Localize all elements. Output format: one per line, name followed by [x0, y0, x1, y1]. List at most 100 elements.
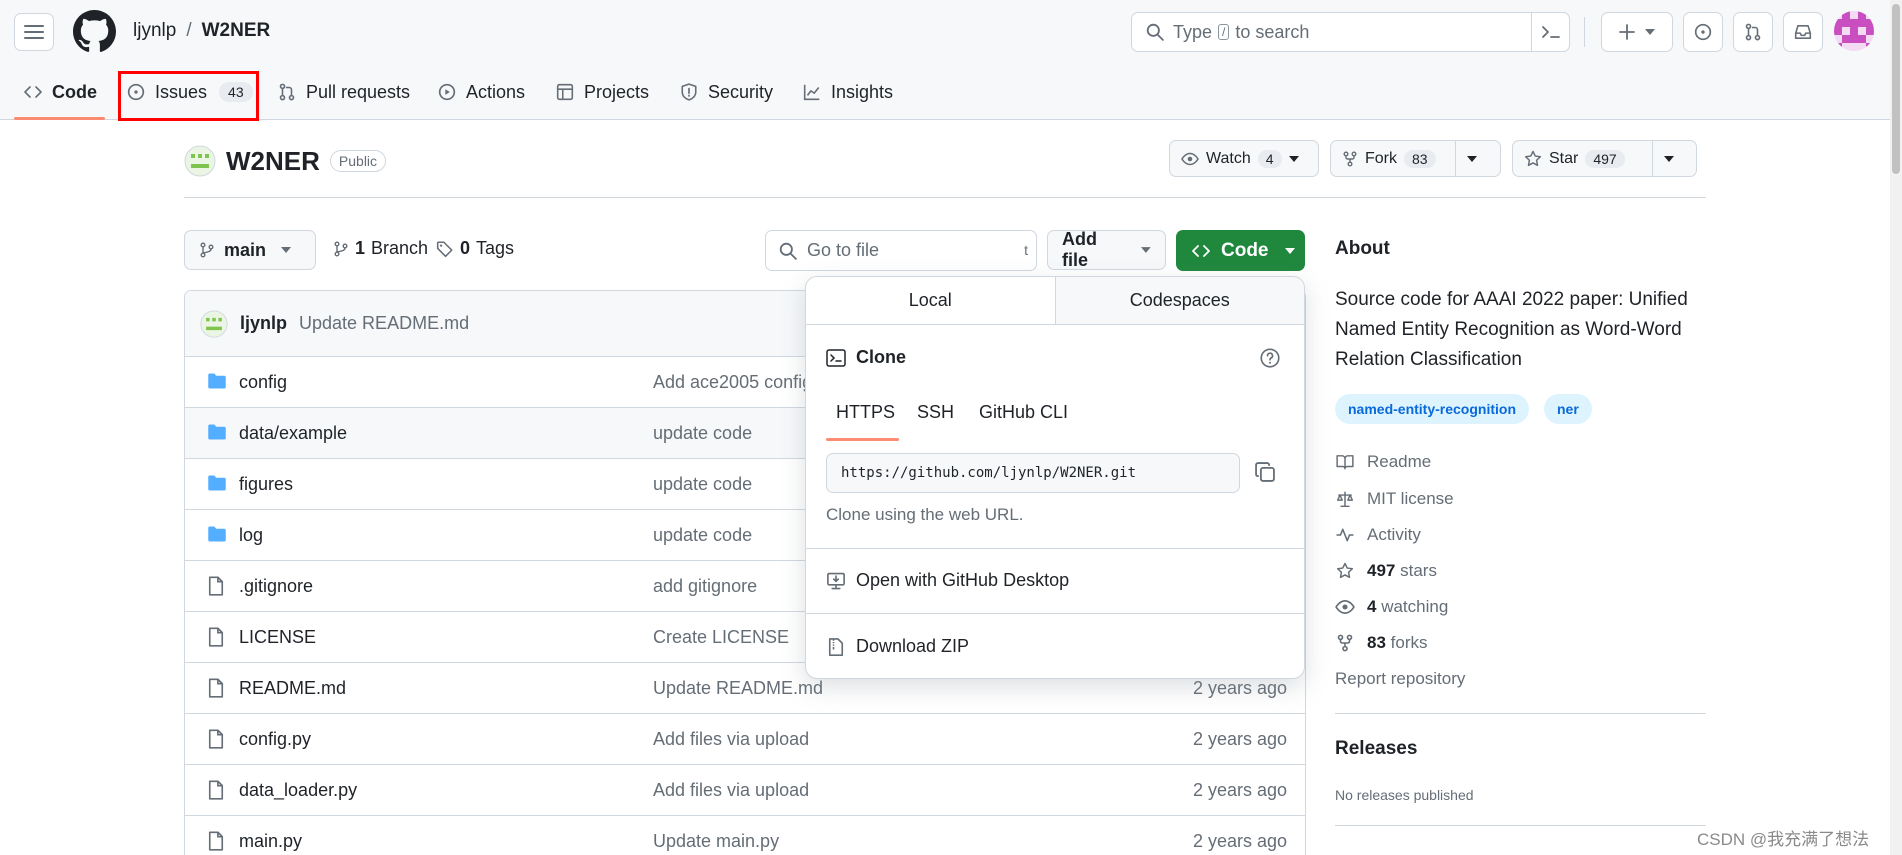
- github-logo-icon[interactable]: [73, 10, 116, 53]
- tab-security[interactable]: Security: [680, 74, 773, 110]
- dropdown-divider: [806, 613, 1304, 614]
- breadcrumb-owner[interactable]: ljynlp: [133, 20, 176, 42]
- file-commit-message[interactable]: update code: [653, 423, 752, 444]
- pull-requests-button[interactable]: [1733, 12, 1773, 52]
- branch-icon: [200, 242, 214, 258]
- clone-tabs: Local Codespaces: [806, 277, 1304, 325]
- scrollbar-thumb[interactable]: [1892, 4, 1900, 174]
- branch-selector[interactable]: main: [184, 230, 316, 270]
- question-icon[interactable]: [1260, 348, 1280, 368]
- fork-dropdown[interactable]: [1455, 141, 1488, 176]
- file-commit-message[interactable]: Add ace2005 config: [653, 372, 812, 393]
- watching-link[interactable]: 4 watching: [1335, 597, 1448, 617]
- watch-count: 4: [1257, 149, 1282, 168]
- file-name[interactable]: .gitignore: [239, 576, 313, 597]
- file-name[interactable]: config.py: [239, 729, 311, 750]
- command-palette-button[interactable]: [1531, 13, 1569, 51]
- report-repository-link[interactable]: Report repository: [1335, 669, 1465, 689]
- file-name[interactable]: data_loader.py: [239, 780, 357, 801]
- tab-pull-requests[interactable]: Pull requests: [278, 74, 410, 110]
- folder-icon: [208, 526, 226, 542]
- tab-pull-requests-label: Pull requests: [306, 81, 411, 102]
- file-commit-message[interactable]: Create LICENSE: [653, 627, 789, 648]
- tab-code[interactable]: Code: [24, 74, 97, 110]
- watermark: CSDN @我充满了想法: [1697, 830, 1870, 849]
- sidebar-divider: [1335, 713, 1706, 714]
- activity-link[interactable]: Activity: [1335, 525, 1421, 545]
- commit-author[interactable]: ljynlp: [240, 313, 287, 334]
- file-icon: [208, 576, 224, 596]
- breadcrumb-repo[interactable]: W2NER: [202, 20, 271, 42]
- tags-link[interactable]: 0 Tags: [436, 238, 514, 259]
- commit-message[interactable]: Update README.md: [299, 313, 469, 334]
- file-row[interactable]: data_loader.py Add files via upload 2 year…: [185, 765, 1305, 816]
- chevron-down-icon: [1664, 155, 1674, 162]
- fork-button[interactable]: Fork 83: [1330, 140, 1501, 177]
- repo-name[interactable]: W2NER: [226, 146, 320, 177]
- activity-label: Activity: [1367, 525, 1421, 544]
- file-name[interactable]: data/example: [239, 423, 347, 444]
- tab-local[interactable]: Local: [806, 277, 1056, 324]
- forks-link[interactable]: 83 forks: [1335, 633, 1428, 653]
- create-new-button[interactable]: [1601, 12, 1673, 52]
- user-avatar[interactable]: [1834, 11, 1874, 51]
- add-file-label: Add file: [1062, 229, 1097, 270]
- tab-actions[interactable]: Actions: [438, 74, 525, 110]
- repo-owner-avatar[interactable]: [184, 145, 216, 177]
- license-link[interactable]: MIT license: [1335, 489, 1454, 509]
- file-row[interactable]: main.py Update main.py 2 years ago: [185, 816, 1305, 855]
- add-file-button[interactable]: Add file: [1047, 229, 1166, 270]
- menu-button[interactable]: [14, 13, 54, 51]
- inbox-button[interactable]: [1783, 12, 1823, 52]
- tab-codespaces[interactable]: Codespaces: [1055, 277, 1304, 324]
- tab-projects[interactable]: Projects: [556, 74, 649, 110]
- file-name[interactable]: main.py: [239, 831, 302, 852]
- protocol-github-cli[interactable]: GitHub CLI: [979, 402, 1068, 423]
- desktop-download-icon: [827, 572, 845, 589]
- file-commit-message[interactable]: update code: [653, 525, 752, 546]
- clone-url-input[interactable]: https://github.com/ljynlp/W2NER.git: [826, 453, 1240, 493]
- file-commit-message[interactable]: Update README.md: [653, 678, 823, 699]
- branches-link[interactable]: 1 Branch: [333, 238, 428, 259]
- watch-button[interactable]: Watch 4: [1169, 140, 1319, 177]
- star-button[interactable]: Star 497: [1512, 140, 1697, 177]
- search-input[interactable]: Type / to search: [1131, 12, 1570, 52]
- issues-button[interactable]: [1683, 12, 1723, 52]
- code-button[interactable]: Code: [1176, 230, 1305, 271]
- watch-main[interactable]: Watch 4: [1170, 141, 1310, 176]
- file-commit-message[interactable]: update code: [653, 474, 752, 495]
- readme-label: Readme: [1367, 452, 1432, 471]
- tab-insights[interactable]: Insights: [803, 74, 893, 110]
- file-name[interactable]: log: [239, 525, 263, 546]
- file-commit-message[interactable]: Add files via upload: [653, 729, 809, 750]
- copy-icon[interactable]: [1254, 461, 1276, 483]
- star-main[interactable]: Star 497: [1513, 141, 1652, 176]
- download-zip[interactable]: Download ZIP: [826, 636, 969, 657]
- topic-named-entity-recognition[interactable]: named-entity-recognition: [1335, 394, 1530, 424]
- star-dropdown[interactable]: [1652, 141, 1685, 176]
- star-icon: [1524, 150, 1542, 166]
- file-name[interactable]: LICENSE: [239, 627, 316, 648]
- eye-icon: [1335, 600, 1355, 614]
- file-row[interactable]: config.py Add files via upload 2 years ago: [185, 714, 1305, 765]
- fork-main[interactable]: Fork 83: [1331, 141, 1455, 176]
- protocol-ssh[interactable]: SSH: [917, 402, 954, 423]
- protocol-https[interactable]: HTTPS: [836, 402, 895, 423]
- topic-ner[interactable]: ner: [1544, 394, 1592, 424]
- clone-dropdown: Local Codespaces Clone HTTPS SSH GitHub …: [805, 276, 1305, 679]
- go-to-file-shortcut: t: [1024, 242, 1028, 258]
- file-commit-message[interactable]: add gitignore: [653, 576, 757, 597]
- file-zip-icon: [828, 637, 844, 656]
- file-commit-message[interactable]: Add files via upload: [653, 780, 809, 801]
- file-name[interactable]: figures: [239, 474, 293, 495]
- file-name[interactable]: config: [239, 372, 287, 393]
- file-name[interactable]: README.md: [239, 678, 346, 699]
- stars-link[interactable]: 497 stars: [1335, 561, 1437, 581]
- go-to-file-input[interactable]: Go to file t: [765, 230, 1037, 271]
- file-commit-message[interactable]: Update main.py: [653, 831, 779, 852]
- readme-link[interactable]: Readme: [1335, 452, 1431, 472]
- releases-title[interactable]: Releases: [1335, 738, 1417, 760]
- commit-author-avatar[interactable]: [200, 309, 228, 338]
- open-github-desktop[interactable]: Open with GitHub Desktop: [826, 570, 1069, 591]
- page-scrollbar[interactable]: [1890, 0, 1902, 855]
